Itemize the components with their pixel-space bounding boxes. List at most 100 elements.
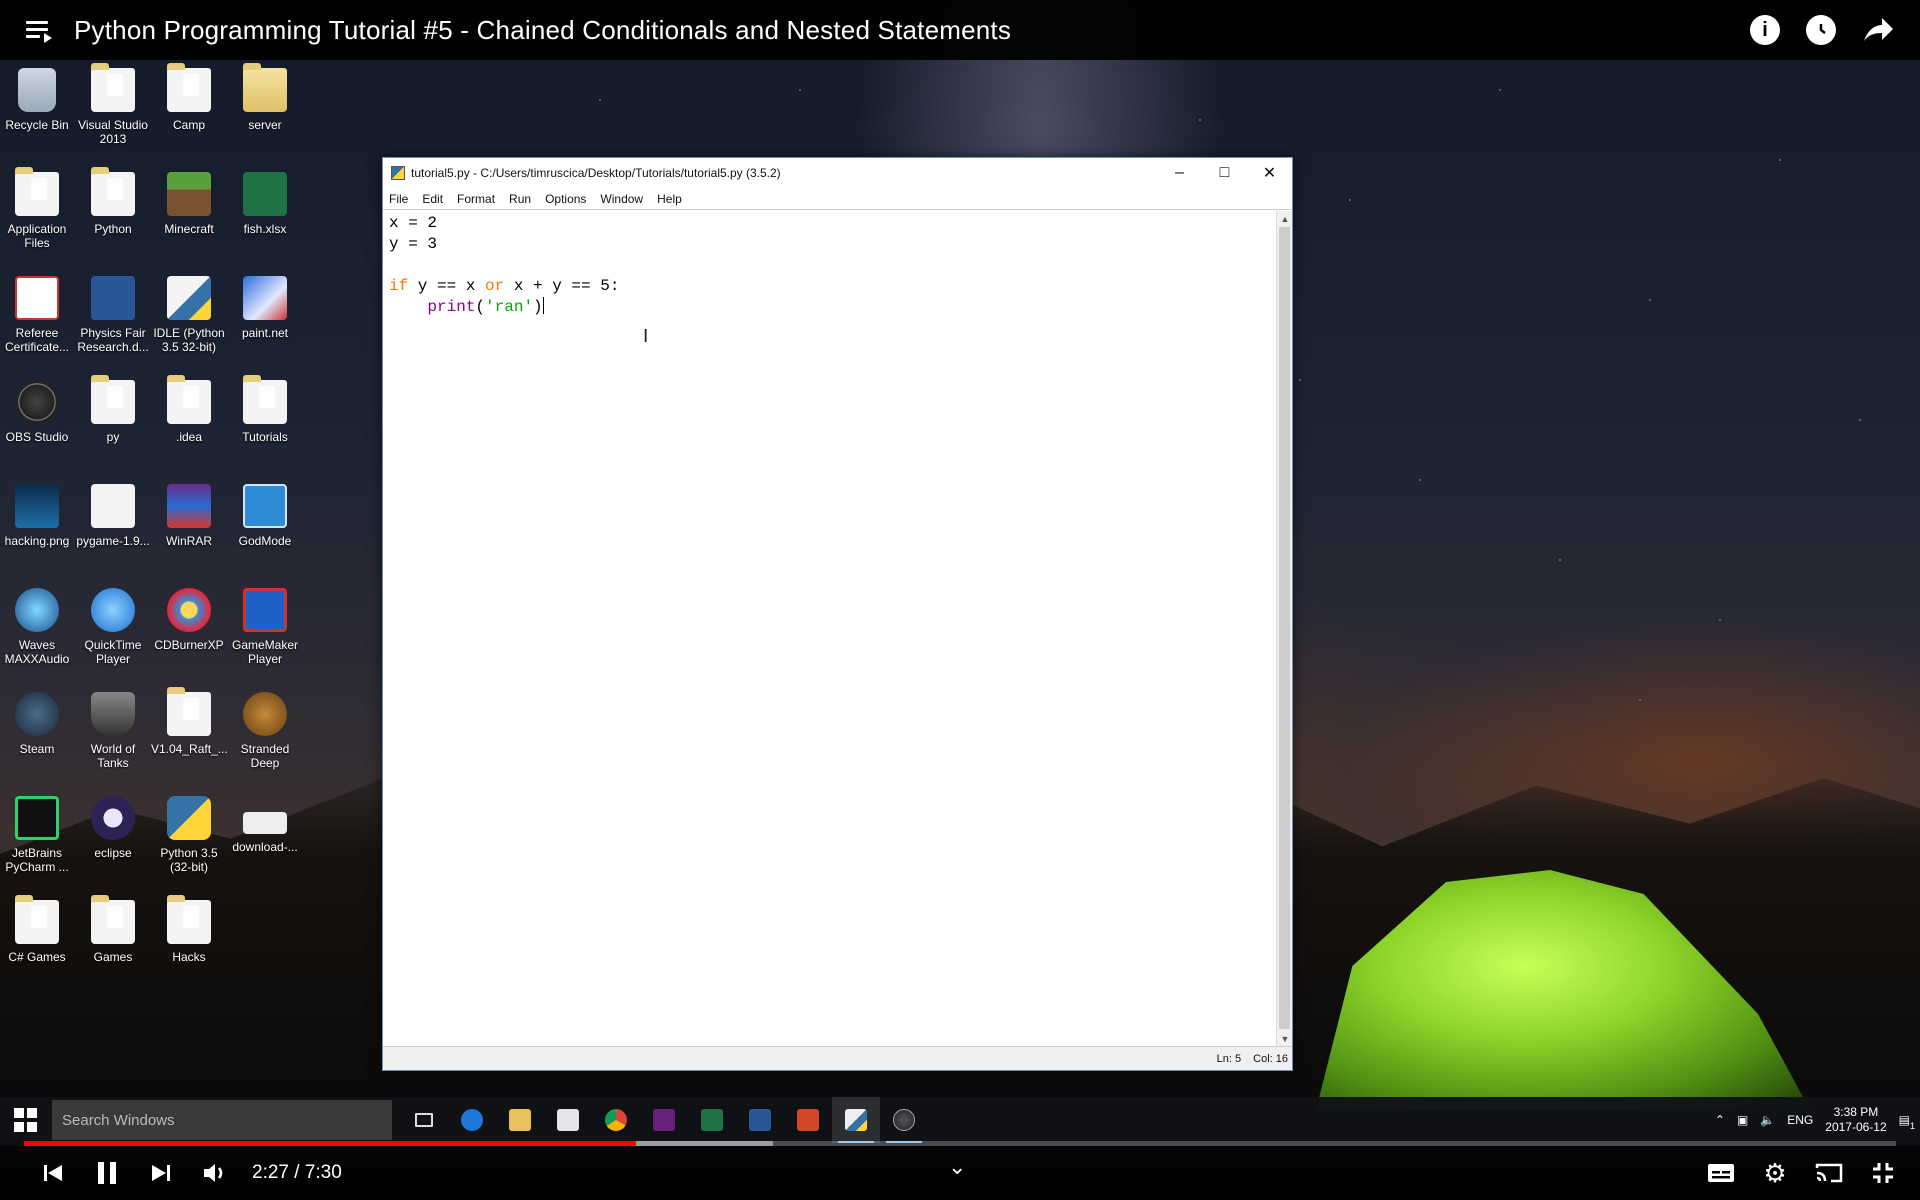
desktop-icon[interactable]: V1.04_Raft_... bbox=[151, 687, 228, 756]
close-button[interactable]: ✕ bbox=[1247, 158, 1292, 188]
desktop-icon[interactable]: .idea bbox=[151, 375, 227, 444]
desktop-icon-label: JetBrains PyCharm ... bbox=[5, 846, 69, 874]
desktop-icon-label: download-... bbox=[232, 840, 298, 854]
subtitles-icon[interactable] bbox=[1694, 1146, 1748, 1200]
volume-speaker-icon[interactable] bbox=[188, 1146, 242, 1200]
desktop-icon[interactable]: server bbox=[227, 63, 303, 132]
idle-taskbar-icon[interactable] bbox=[832, 1097, 880, 1143]
doc-icon bbox=[91, 484, 135, 528]
previous-video-icon[interactable] bbox=[26, 1146, 80, 1200]
desktop-icon[interactable]: WinRAR bbox=[151, 484, 227, 548]
next-video-icon[interactable] bbox=[134, 1146, 188, 1200]
chevron-down-icon[interactable]: ⌄ bbox=[948, 1154, 966, 1180]
file-explorer-icon[interactable] bbox=[496, 1097, 544, 1143]
share-icon[interactable] bbox=[1862, 15, 1894, 45]
godmode-icon bbox=[243, 484, 287, 528]
desktop-icon[interactable]: Hacks bbox=[151, 895, 227, 964]
desktop-icon[interactable]: JetBrains PyCharm ... bbox=[0, 796, 75, 874]
menu-options[interactable]: Options bbox=[545, 192, 586, 206]
desktop-icon[interactable]: Tutorials bbox=[227, 375, 303, 444]
desktop-icon[interactable]: eclipse bbox=[75, 796, 151, 860]
desktop-icon[interactable]: Camp bbox=[151, 63, 227, 132]
playlist-menu-icon[interactable] bbox=[26, 19, 54, 43]
desktop-icon[interactable]: QuickTime Player bbox=[75, 588, 151, 666]
desktop-icon[interactable]: fish.xlsx bbox=[227, 172, 303, 236]
scroll-up-arrow-icon[interactable]: ▲ bbox=[1277, 211, 1293, 227]
powerpoint-icon[interactable] bbox=[784, 1097, 832, 1143]
desktop-icon[interactable]: Physics Fair Research.d... bbox=[75, 276, 151, 354]
code-editor[interactable]: x = 2 y = 3 if y == x or x + y == 5: pri… bbox=[383, 211, 1277, 1047]
network-icon[interactable]: ▣ bbox=[1737, 1113, 1748, 1127]
windows-start-icon[interactable] bbox=[14, 1108, 38, 1132]
desktop-icon[interactable]: Minecraft bbox=[151, 172, 227, 236]
pycharm-icon bbox=[15, 796, 59, 840]
scroll-thumb[interactable] bbox=[1279, 227, 1290, 1029]
desktop-icon[interactable]: Application Files bbox=[0, 167, 75, 250]
desktop-icon[interactable]: GameMaker Player bbox=[227, 588, 303, 666]
language-indicator[interactable]: ENG bbox=[1787, 1113, 1813, 1127]
window-titlebar[interactable]: tutorial5.py - C:/Users/timruscica/Deskt… bbox=[383, 158, 1292, 188]
desktop-icon[interactable]: Visual Studio 2013 bbox=[75, 63, 151, 146]
action-center-icon[interactable]: ▤ 1 bbox=[1899, 1113, 1915, 1131]
taskbar-clock[interactable]: 3:38 PM 2017-06-12 bbox=[1825, 1105, 1886, 1135]
minimize-button[interactable]: – bbox=[1157, 158, 1202, 188]
menu-help[interactable]: Help bbox=[657, 192, 682, 206]
desktop-icon[interactable]: pygame-1.9... bbox=[75, 484, 151, 548]
recycle-icon bbox=[18, 68, 56, 112]
desktop-icon[interactable]: Referee Certificate... bbox=[0, 276, 75, 354]
scroll-down-arrow-icon[interactable]: ▼ bbox=[1277, 1031, 1293, 1047]
desktop-icon[interactable]: Python 3.5 (32-bit) bbox=[151, 796, 227, 874]
desktop-icon[interactable]: World of Tanks bbox=[75, 692, 151, 770]
info-icon[interactable]: i bbox=[1750, 15, 1780, 45]
chrome-icon[interactable] bbox=[592, 1097, 640, 1143]
builtin-print: print bbox=[427, 298, 476, 316]
settings-gear-icon[interactable]: ⚙ bbox=[1748, 1146, 1802, 1200]
desktop-icon[interactable]: GodMode bbox=[227, 484, 303, 548]
menu-window[interactable]: Window bbox=[600, 192, 643, 206]
show-hidden-icons-icon[interactable]: ⌃ bbox=[1715, 1113, 1725, 1127]
obs-taskbar-icon[interactable] bbox=[880, 1097, 928, 1143]
desktop-icon[interactable]: Waves MAXXAudio bbox=[0, 588, 75, 666]
desktop-icon[interactable]: Recycle Bin bbox=[0, 68, 75, 132]
desktop-icon[interactable]: Games bbox=[75, 895, 151, 964]
menu-bar: File Edit Format Run Options Window Help bbox=[383, 188, 1292, 210]
desktop-icon[interactable]: C# Games bbox=[0, 895, 75, 964]
desktop-icon[interactable]: paint.net bbox=[227, 276, 303, 340]
desktop-icon-label: GodMode bbox=[238, 534, 292, 548]
menu-format[interactable]: Format bbox=[457, 192, 495, 206]
window-title: tutorial5.py - C:/Users/timruscica/Deskt… bbox=[411, 166, 781, 180]
taskbar-search-input[interactable]: Search Windows bbox=[52, 1100, 392, 1140]
desktop-icon[interactable]: Python bbox=[75, 167, 151, 236]
excel-icon[interactable] bbox=[688, 1097, 736, 1143]
desktop-icon-label: paint.net bbox=[241, 326, 289, 340]
desktop-icon-label: CDBurnerXP bbox=[154, 638, 224, 652]
maximize-button[interactable]: □ bbox=[1202, 158, 1247, 188]
desktop-icon[interactable]: OBS Studio bbox=[0, 380, 75, 444]
menu-edit[interactable]: Edit bbox=[422, 192, 443, 206]
task-view-icon[interactable] bbox=[400, 1097, 448, 1143]
edge-browser-icon[interactable] bbox=[448, 1097, 496, 1143]
waves-icon bbox=[15, 588, 59, 632]
pause-icon[interactable] bbox=[80, 1146, 134, 1200]
desktop-icon[interactable]: Steam bbox=[0, 692, 75, 756]
visual-studio-icon[interactable] bbox=[640, 1097, 688, 1143]
desktop-icon[interactable]: CDBurnerXP bbox=[151, 588, 227, 652]
watch-later-icon[interactable] bbox=[1806, 15, 1836, 45]
volume-icon[interactable]: 🔈 bbox=[1760, 1113, 1775, 1127]
desktop-icon[interactable]: IDLE (Python 3.5 32-bit) bbox=[151, 276, 227, 354]
notification-count: 1 bbox=[1909, 1121, 1915, 1131]
exit-fullscreen-icon[interactable] bbox=[1856, 1146, 1910, 1200]
menu-file[interactable]: File bbox=[389, 192, 408, 206]
word-icon[interactable] bbox=[736, 1097, 784, 1143]
desktop-icon[interactable]: Stranded Deep bbox=[227, 692, 303, 770]
folder-icon bbox=[243, 375, 287, 424]
desktop-icon[interactable]: hacking.png bbox=[0, 484, 75, 548]
vertical-scrollbar[interactable]: ▲ ▼ bbox=[1276, 211, 1292, 1047]
cast-icon[interactable] bbox=[1802, 1146, 1856, 1200]
menu-run[interactable]: Run bbox=[509, 192, 531, 206]
video-title[interactable]: Python Programming Tutorial #5 - Chained… bbox=[74, 15, 1011, 46]
desktop-icon[interactable]: py bbox=[75, 375, 151, 444]
store-icon[interactable] bbox=[544, 1097, 592, 1143]
desktop-icon[interactable]: download-... bbox=[227, 796, 303, 854]
